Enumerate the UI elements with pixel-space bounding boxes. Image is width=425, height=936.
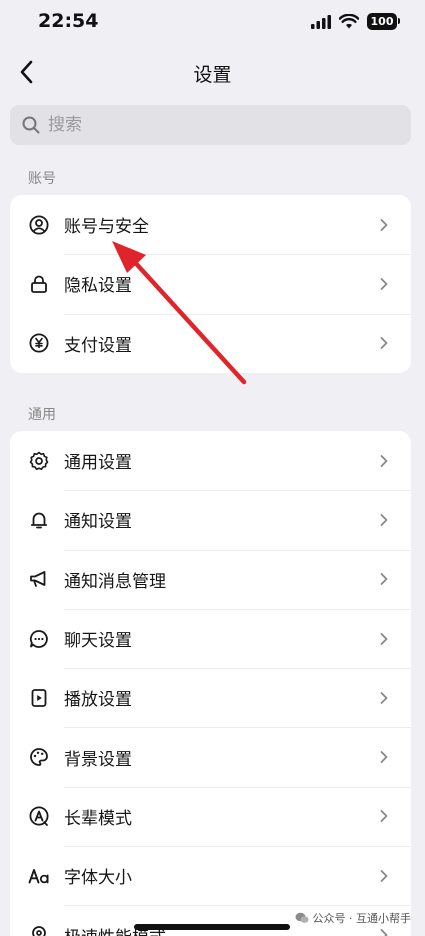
settings-item-label: 通知设置 xyxy=(64,512,132,533)
chevron-right-icon xyxy=(380,929,388,936)
settings-item-label: 支付设置 xyxy=(64,335,132,356)
chat-bubble-icon xyxy=(28,628,50,650)
settings-item-account-security[interactable]: 账号与安全 xyxy=(10,195,411,254)
elder-mode-icon xyxy=(28,805,50,827)
wechat-logo-icon xyxy=(295,912,308,923)
wifi-icon xyxy=(339,14,359,29)
settings-item-privacy[interactable]: 隐私设置 xyxy=(10,254,411,313)
chevron-right-icon xyxy=(380,454,388,467)
yuan-coin-icon xyxy=(28,332,50,354)
lock-icon xyxy=(28,273,50,295)
settings-item-label: 账号与安全 xyxy=(64,217,149,238)
palette-icon xyxy=(28,746,50,768)
battery-level: 100 xyxy=(370,15,394,28)
play-file-icon xyxy=(28,687,50,709)
search-input[interactable] xyxy=(48,115,348,135)
bell-icon xyxy=(28,509,50,531)
speed-mode-icon xyxy=(28,924,50,936)
settings-item-notification[interactable]: 通知设置 xyxy=(10,490,411,549)
settings-item-label: 播放设置 xyxy=(64,690,132,711)
status-bar: 22:54 100 xyxy=(0,0,425,46)
page-title: 设置 xyxy=(193,64,232,86)
settings-item-label: 长辈模式 xyxy=(64,808,132,829)
settings-item-label: 隐私设置 xyxy=(64,276,132,297)
search-icon xyxy=(22,116,40,134)
search-bar[interactable] xyxy=(10,105,411,145)
settings-item-payment[interactable]: 支付设置 xyxy=(10,313,411,373)
chevron-right-icon xyxy=(380,751,388,764)
settings-item-label: 通用设置 xyxy=(64,453,132,474)
settings-item-label: 通知消息管理 xyxy=(64,571,166,592)
status-time: 22:54 xyxy=(38,10,99,32)
watermark: 公众号 · 互通小帮手 xyxy=(295,910,412,926)
chevron-right-icon xyxy=(380,632,388,645)
megaphone-icon xyxy=(28,568,50,590)
watermark-text: 公众号 · 互通小帮手 xyxy=(312,912,412,925)
settings-item-label: 字体大小 xyxy=(64,868,132,889)
user-circle-icon xyxy=(28,214,50,236)
chevron-right-icon xyxy=(380,869,388,882)
chevron-right-icon xyxy=(380,514,388,526)
section-label-account: 账号 xyxy=(28,171,56,187)
general-settings-card: 通用设置 通知设置 通知消息管理 聊天设置 播放设置 背景设置 长辈模式 字体大… xyxy=(10,431,411,936)
nav-bar: 设置 xyxy=(0,48,425,96)
account-settings-card: 账号与安全 隐私设置 支付设置 xyxy=(10,195,411,373)
section-label-general: 通用 xyxy=(28,407,56,423)
settings-item-label: 聊天设置 xyxy=(64,631,132,652)
settings-item-font-size[interactable]: 字体大小 xyxy=(10,846,411,905)
chevron-right-icon xyxy=(380,337,388,350)
settings-item-background[interactable]: 背景设置 xyxy=(10,727,411,786)
chevron-right-icon xyxy=(380,573,388,586)
cellular-signal-icon xyxy=(311,14,331,29)
chevron-right-icon xyxy=(380,218,388,231)
settings-item-elder-mode[interactable]: 长辈模式 xyxy=(10,786,411,846)
battery-icon: 100 xyxy=(367,13,400,30)
font-size-icon xyxy=(28,865,50,887)
home-indicator[interactable] xyxy=(134,924,290,930)
chevron-right-icon xyxy=(380,278,388,290)
status-icons: 100 xyxy=(311,13,400,30)
settings-item-label: 背景设置 xyxy=(64,749,132,770)
settings-item-playback[interactable]: 播放设置 xyxy=(10,668,411,727)
settings-item-general[interactable]: 通用设置 xyxy=(10,431,411,490)
gear-icon xyxy=(28,450,50,472)
settings-item-notification-messages[interactable]: 通知消息管理 xyxy=(10,549,411,609)
chevron-right-icon xyxy=(380,691,388,704)
chevron-right-icon xyxy=(380,810,388,823)
settings-item-chat[interactable]: 聊天设置 xyxy=(10,608,411,668)
